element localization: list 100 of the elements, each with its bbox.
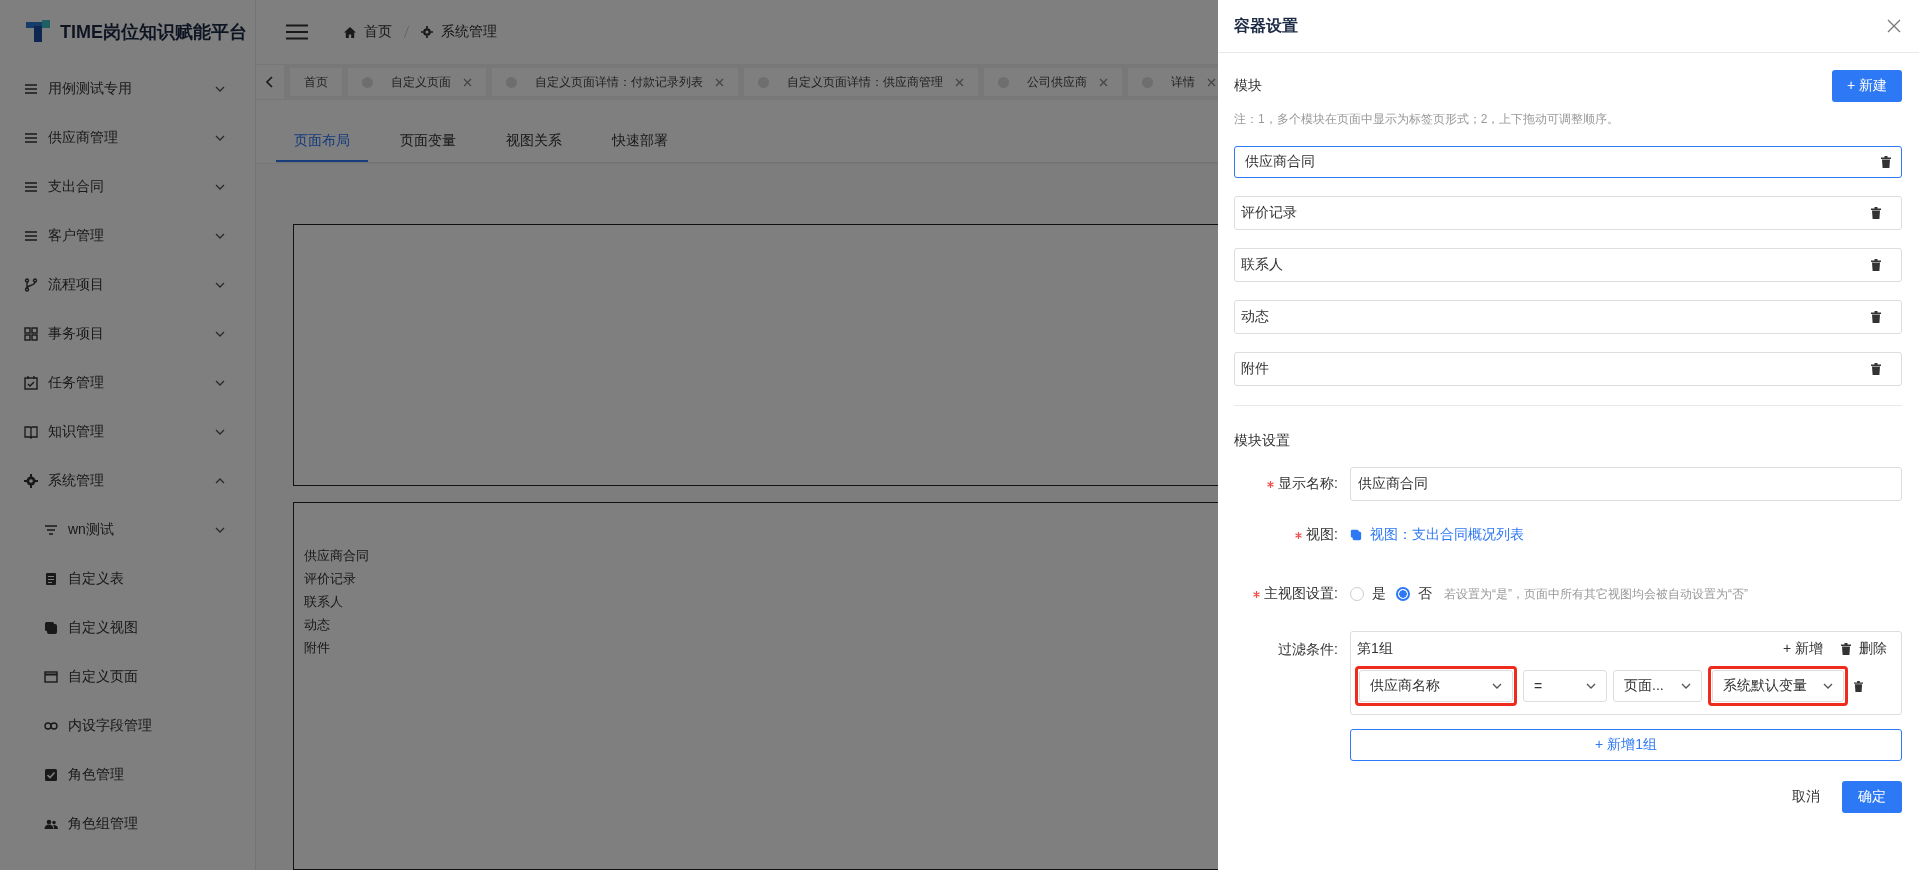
radio-option[interactable]: 是 <box>1350 585 1386 603</box>
new-button[interactable]: + 新建 <box>1831 70 1902 102</box>
caret-icon <box>1492 683 1502 689</box>
radio-option[interactable]: 否 <box>1396 585 1432 603</box>
close-icon[interactable] <box>1099 77 1108 87</box>
view-link[interactable]: 视图：支出合同概况列表 <box>1370 526 1524 544</box>
app-title: TIME岗位知识赋能平台 <box>60 21 247 44</box>
menu-item[interactable]: 支出合同 <box>0 162 255 211</box>
page-tab[interactable]: 自定义页面详情：供应商管理 <box>744 68 978 96</box>
menu-item[interactable]: 流程项目 <box>0 260 255 309</box>
breadcrumb-link[interactable]: 系统管理 <box>441 23 497 41</box>
group-title: 第1组 <box>1357 640 1393 658</box>
menu-item[interactable]: 角色组管理 <box>0 799 255 848</box>
module-item[interactable]: 附件 <box>1234 352 1902 386</box>
delete-link[interactable]: 删除 <box>1859 640 1887 658</box>
settings-icon <box>421 26 433 38</box>
chevron-icon <box>215 428 225 435</box>
menu-item[interactable]: 用例测试专用 <box>0 64 255 113</box>
chevron-icon <box>215 85 225 92</box>
menu-item[interactable]: 事务项目 <box>0 309 255 358</box>
select-field[interactable]: 供应商名称 <box>1359 670 1513 702</box>
section-title: 模块 <box>1234 77 1262 95</box>
close-icon[interactable] <box>1887 19 1901 33</box>
confirm-button[interactable]: 确定 <box>1842 781 1902 813</box>
select-field[interactable]: 系统默认变量 <box>1712 670 1844 702</box>
chevron-icon <box>215 526 225 533</box>
menu-item[interactable]: 自定义页面 <box>0 652 255 701</box>
close-icon[interactable] <box>1207 77 1216 87</box>
select-field[interactable]: 页面... <box>1613 670 1702 702</box>
tab[interactable]: 页面变量 <box>382 132 474 162</box>
trash-icon[interactable] <box>1881 156 1891 168</box>
select-field[interactable]: = <box>1523 670 1607 702</box>
chevron-icon <box>215 477 225 484</box>
stack-icon <box>44 620 58 635</box>
trash-icon[interactable] <box>1871 311 1881 323</box>
check-icon <box>44 767 58 782</box>
page-tab[interactable]: 公司供应商 <box>984 68 1122 96</box>
name-field[interactable]: 供应商合同 <box>1350 467 1902 501</box>
add-link[interactable]: + 新增 <box>1782 640 1823 658</box>
grid-icon <box>24 326 38 341</box>
module-label: 评价记录 <box>304 570 356 588</box>
menu-icon[interactable] <box>286 24 308 40</box>
home-icon <box>344 26 356 38</box>
trash-icon[interactable] <box>1871 259 1881 271</box>
trash-icon[interactable] <box>1871 207 1881 219</box>
lines-icon <box>24 81 38 96</box>
close-icon[interactable] <box>955 77 964 87</box>
book-icon <box>24 424 38 439</box>
field-label: 主视图设置: <box>1264 585 1338 603</box>
tab[interactable]: 快速部署 <box>594 132 686 162</box>
page-tab[interactable]: 自定义页面 <box>348 68 486 96</box>
caret-icon <box>1681 683 1691 689</box>
radio-button[interactable] <box>1396 587 1410 601</box>
filter-icon <box>44 522 58 537</box>
calendar-icon <box>24 375 38 390</box>
add-group-button[interactable]: + 新增1组 <box>1350 729 1902 761</box>
hint-text: 若设置为“是”，页面中所有其它视图均会被自动设置为“否” <box>1444 585 1748 603</box>
module-label: 联系人 <box>304 593 343 611</box>
menu-item[interactable]: 角色管理 <box>0 750 255 799</box>
module-label: 供应商合同 <box>304 547 369 565</box>
menu-item[interactable]: 客户管理 <box>0 211 255 260</box>
close-icon[interactable] <box>463 77 472 87</box>
chevron-left-icon <box>266 76 274 88</box>
page-tab[interactable]: 自定义页面详情：付款记录列表 <box>492 68 738 96</box>
menu-item[interactable]: 任务管理 <box>0 358 255 407</box>
section-title: 模块设置 <box>1234 432 1291 450</box>
cancel-button[interactable]: 取消 <box>1780 788 1832 806</box>
lines-icon <box>24 130 38 145</box>
gear-icon <box>24 473 38 488</box>
page-tab[interactable]: 首页 <box>290 68 342 96</box>
caret-icon <box>1823 683 1833 689</box>
lines-icon <box>24 179 38 194</box>
close-icon[interactable] <box>715 77 724 87</box>
menu-item[interactable]: 系统管理 <box>0 456 255 505</box>
trash-icon[interactable] <box>1841 643 1851 655</box>
menu-item[interactable]: wn测试 <box>0 505 255 554</box>
module-item[interactable]: 联系人 <box>1234 248 1902 282</box>
module-item[interactable]: 供应商合同 <box>1234 146 1902 178</box>
menu-item[interactable]: 知识管理 <box>0 407 255 456</box>
doc-icon <box>44 571 58 586</box>
caret-icon <box>1586 683 1596 689</box>
menu-item[interactable]: 内设字段管理 <box>0 701 255 750</box>
menu-item[interactable]: 自定义表 <box>0 554 255 603</box>
field-label: 过滤条件: <box>1278 641 1338 659</box>
lines-icon <box>24 228 38 243</box>
chevron-icon <box>215 330 225 337</box>
note-text: 注：1，多个模块在页面中显示为标签页形式；2，上下拖动可调整顺序。 <box>1234 111 1621 128</box>
tab[interactable]: 视图关系 <box>488 132 580 162</box>
menu-item[interactable]: 自定义视图 <box>0 603 255 652</box>
module-item[interactable]: 动态 <box>1234 300 1902 334</box>
breadcrumb-link[interactable]: 首页 <box>364 23 392 41</box>
trash-icon[interactable] <box>1854 680 1863 692</box>
branch-icon <box>24 277 38 292</box>
module-item[interactable]: 评价记录 <box>1234 196 1902 230</box>
field-label: 显示名称: <box>1278 475 1338 493</box>
menu-item[interactable]: 供应商管理 <box>0 113 255 162</box>
chevron-icon <box>215 232 225 239</box>
scroll-left-button[interactable] <box>256 65 284 99</box>
trash-icon[interactable] <box>1871 363 1881 375</box>
module-label: 动态 <box>304 616 330 634</box>
